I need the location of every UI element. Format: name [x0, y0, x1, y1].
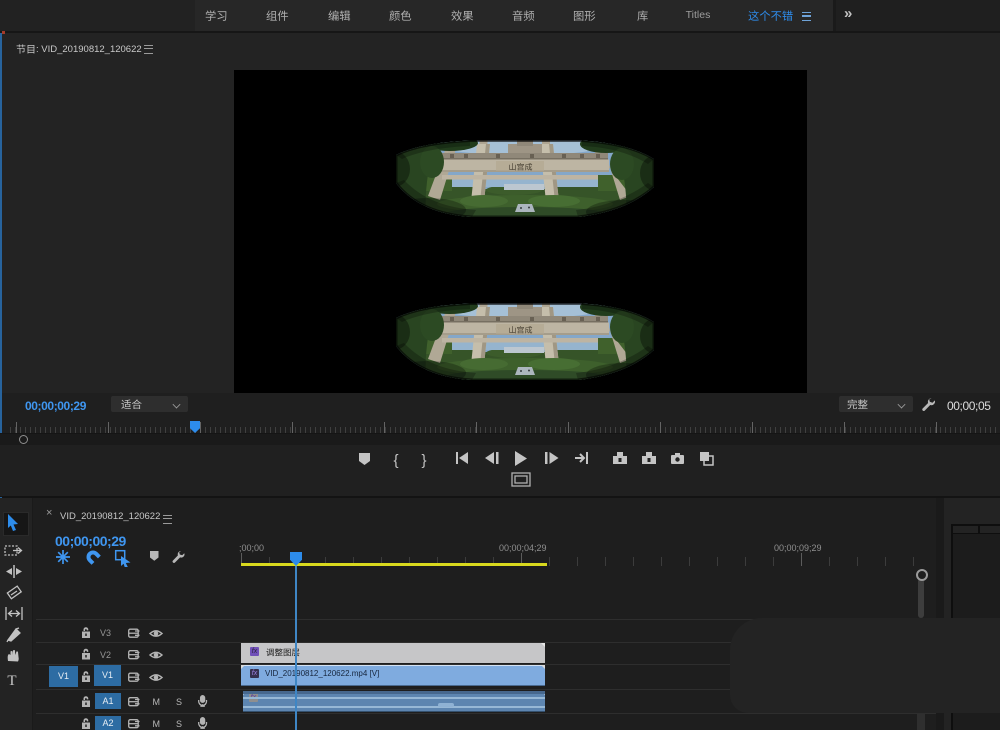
svg-text:T: T [7, 673, 16, 689]
svg-text:}: } [421, 452, 426, 469]
svg-text:{: { [393, 452, 398, 469]
